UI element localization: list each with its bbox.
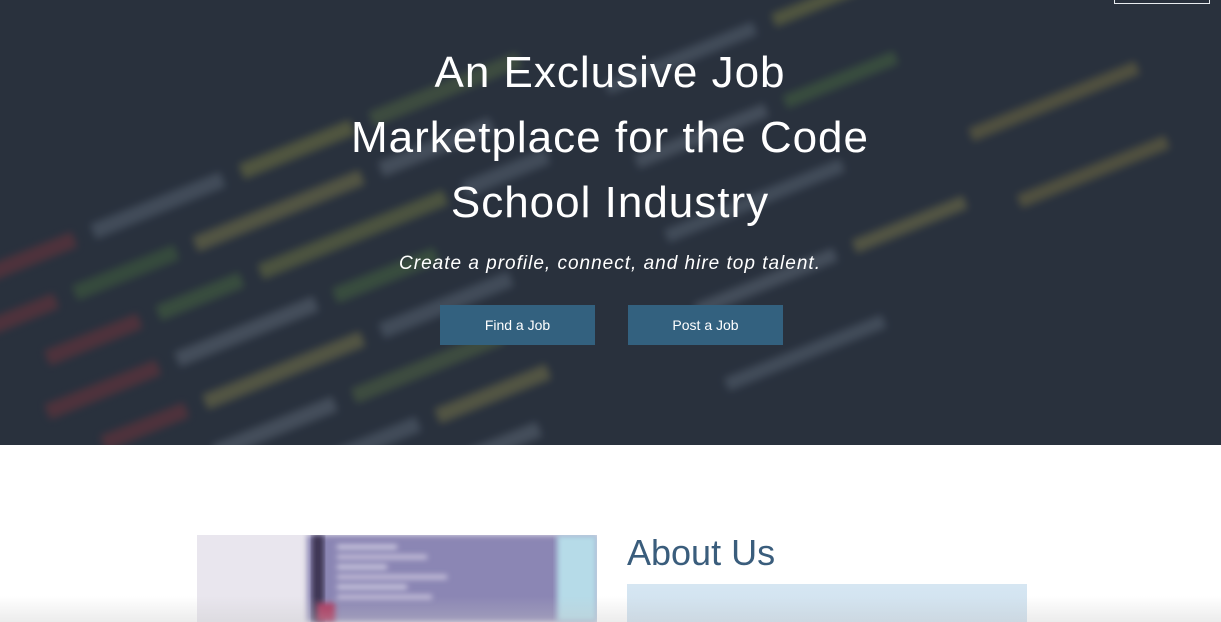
laptop-code-image xyxy=(197,535,597,622)
about-heading: About Us xyxy=(627,532,776,573)
hero-title: An Exclusive Job Marketplace for the Cod… xyxy=(260,40,960,235)
hero-title-line-3: School Industry xyxy=(450,178,770,227)
hero-title-line-1: An Exclusive Job xyxy=(434,48,786,97)
find-job-button[interactable]: Find a Job xyxy=(440,305,595,345)
about-image xyxy=(197,535,597,622)
menu-button-outline[interactable] xyxy=(1114,0,1210,4)
bottom-shadow xyxy=(0,596,1221,622)
about-panel xyxy=(627,584,1027,622)
hero-subtitle: Create a profile, connect, and hire top … xyxy=(399,253,821,274)
post-job-button[interactable]: Post a Job xyxy=(628,305,783,345)
hero-section: An Exclusive Job Marketplace for the Cod… xyxy=(0,0,1221,445)
hero-title-line-2: Marketplace for the Code xyxy=(350,113,870,162)
